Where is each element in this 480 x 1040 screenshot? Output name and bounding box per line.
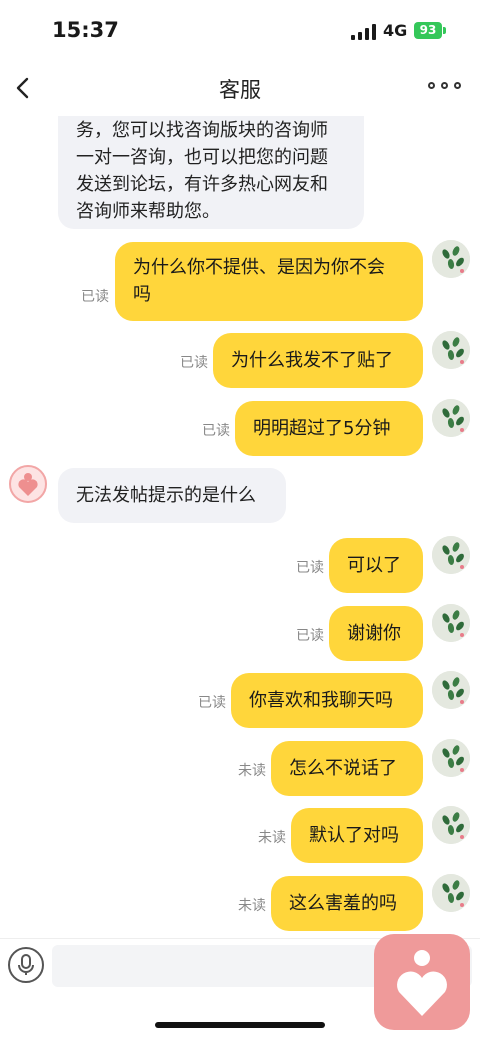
read-status: 已读 <box>202 423 230 439</box>
floating-app-button[interactable] <box>374 934 470 1030</box>
read-status: 未读 <box>238 763 266 779</box>
microphone-icon <box>18 954 34 975</box>
message-text: 明明超过了5分钟 <box>253 418 391 439</box>
chat-area[interactable]: 务，您可以找咨询版块的咨询师 一对一咨询，也可以把您的问题 发送到论坛，有许多热… <box>0 116 480 938</box>
message-text: 无法发帖提示的是什么 <box>76 485 256 506</box>
plant-avatar-icon <box>432 240 470 278</box>
message-text: 默认了对吗 <box>309 825 399 846</box>
message-text: 这么害羞的吗 <box>289 893 397 914</box>
message-bubble-outgoing[interactable]: 这么害羞的吗 <box>271 876 423 931</box>
message-text: 怎么不说话了 <box>289 758 397 779</box>
plant-avatar-icon <box>432 671 470 709</box>
more-button[interactable] <box>428 80 462 94</box>
signal-icon <box>351 24 377 40</box>
message-text: 可以了 <box>347 555 401 576</box>
message-line: 吗 <box>133 284 151 305</box>
message-bubble-outgoing[interactable]: 怎么不说话了 <box>271 741 423 796</box>
plant-avatar-icon <box>432 806 470 844</box>
plant-avatar-icon <box>432 331 470 369</box>
heart-avatar-icon <box>9 465 47 503</box>
plant-avatar-icon <box>432 399 470 437</box>
more-dots-icon <box>428 82 435 89</box>
user-avatar[interactable] <box>432 331 470 369</box>
plant-avatar-icon <box>432 536 470 574</box>
user-avatar[interactable] <box>432 671 470 709</box>
message-text: 为什么我发不了贴了 <box>231 350 393 371</box>
battery-icon: 93 <box>414 22 442 39</box>
user-avatar[interactable] <box>432 739 470 777</box>
nav-bar: 客服 <box>0 60 480 116</box>
message-line: 为什么你不提供、是因为你不会 <box>133 257 385 278</box>
plant-avatar-icon <box>432 739 470 777</box>
message-bubble-outgoing[interactable]: 默认了对吗 <box>291 808 423 863</box>
read-status: 已读 <box>81 289 109 305</box>
read-status: 已读 <box>296 560 324 576</box>
read-status: 已读 <box>180 355 208 371</box>
user-avatar[interactable] <box>432 536 470 574</box>
user-avatar[interactable] <box>432 806 470 844</box>
read-status: 已读 <box>296 628 324 644</box>
message-bubble-outgoing[interactable]: 可以了 <box>329 538 423 593</box>
message-text: 你喜欢和我聊天吗 <box>249 690 393 711</box>
read-status: 已读 <box>198 695 226 711</box>
message-line: 一对一咨询，也可以把您的问题 <box>76 147 328 168</box>
message-line: 咨询师来帮助您。 <box>76 201 220 222</box>
agent-avatar[interactable] <box>9 465 47 503</box>
user-avatar[interactable] <box>432 874 470 912</box>
read-status: 未读 <box>238 898 266 914</box>
home-indicator <box>155 1022 325 1028</box>
voice-button[interactable] <box>8 947 44 983</box>
message-text: 谢谢你 <box>347 623 401 644</box>
plant-avatar-icon <box>432 604 470 642</box>
user-avatar[interactable] <box>432 399 470 437</box>
plant-avatar-icon <box>432 874 470 912</box>
battery-tip <box>443 27 446 34</box>
network-label: 4G <box>383 21 408 40</box>
message-bubble-outgoing[interactable]: 你喜欢和我聊天吗 <box>231 673 423 728</box>
read-status: 未读 <box>258 830 286 846</box>
user-avatar[interactable] <box>432 240 470 278</box>
message-line: 务，您可以找咨询版块的咨询师 <box>76 120 328 141</box>
message-bubble-outgoing[interactable]: 明明超过了5分钟 <box>235 401 423 456</box>
message-line: 发送到论坛，有许多热心网友和 <box>76 174 328 195</box>
status-bar: 15:37 4G 93 <box>0 0 480 60</box>
message-bubble-outgoing[interactable]: 为什么你不提供、是因为你不会 吗 <box>115 242 423 321</box>
message-bubble-outgoing[interactable]: 为什么我发不了贴了 <box>213 333 423 388</box>
message-bubble-outgoing[interactable]: 谢谢你 <box>329 606 423 661</box>
status-time: 15:37 <box>52 18 119 42</box>
user-avatar[interactable] <box>432 604 470 642</box>
page-title: 客服 <box>219 78 261 102</box>
message-bubble-incoming: 无法发帖提示的是什么 <box>58 468 286 523</box>
message-bubble-incoming: 务，您可以找咨询版块的咨询师 一对一咨询，也可以把您的问题 发送到论坛，有许多热… <box>58 116 364 229</box>
heart-app-icon <box>397 950 447 1016</box>
